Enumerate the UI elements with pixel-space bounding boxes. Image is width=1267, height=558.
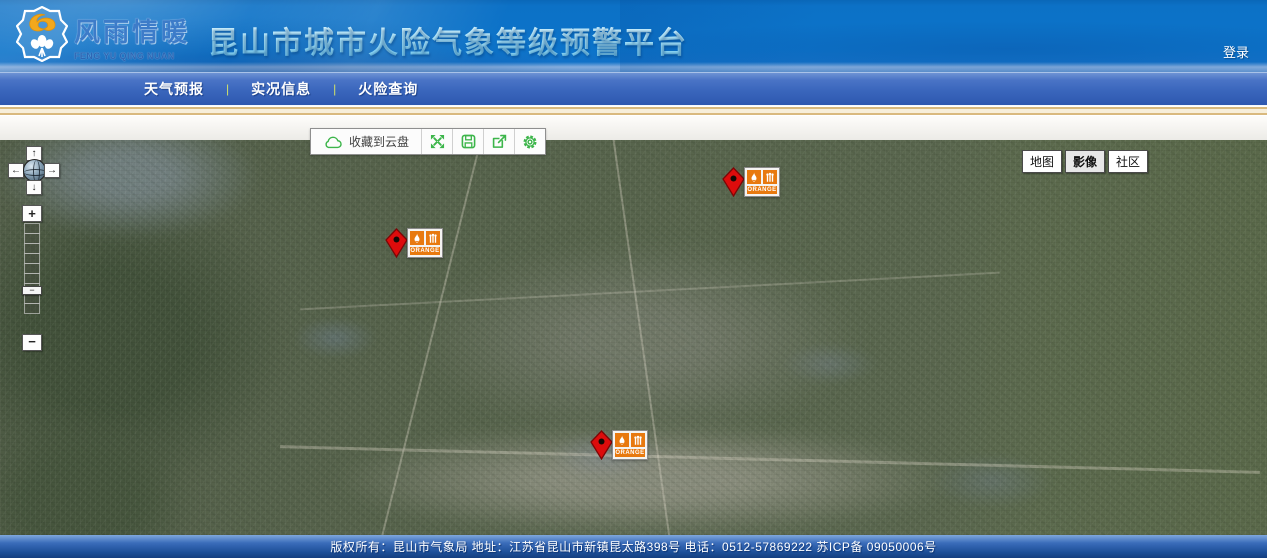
warning-pin-icon[interactable] xyxy=(590,430,613,460)
nav-item-live-info[interactable]: 实况信息 xyxy=(239,79,323,99)
fullscreen-button[interactable] xyxy=(421,129,452,154)
flame-icon xyxy=(615,433,629,447)
save-image-button[interactable] xyxy=(452,129,483,154)
divider-lines xyxy=(0,107,1267,116)
fire-risk-badge[interactable]: ORANGE xyxy=(744,167,780,197)
layer-button-community[interactable]: 社区 xyxy=(1108,150,1148,173)
header-wave-decoration xyxy=(620,0,1267,72)
map-texture xyxy=(0,140,320,260)
warning-pin-icon[interactable] xyxy=(722,167,745,197)
matches-icon xyxy=(763,170,777,184)
page: 风雨情暖 FENG YU QING NUAN 昆山市城市火险气象等级预警平台 登… xyxy=(0,0,1267,558)
save-icon xyxy=(461,134,476,149)
badge-icons xyxy=(615,433,645,447)
fullscreen-icon xyxy=(430,134,445,149)
map-road xyxy=(280,445,1260,474)
warning-level-label: ORANGE xyxy=(410,247,440,255)
map-road xyxy=(610,140,672,535)
nav-item-fire-risk-query[interactable]: 火险查询 xyxy=(346,79,430,99)
settings-icon xyxy=(522,134,538,150)
fire-risk-badge[interactable]: ORANGE xyxy=(612,430,648,460)
nav-separator: | xyxy=(323,82,346,96)
map-road xyxy=(300,272,999,311)
footer: 版权所有：昆山市气象局 地址：江苏省昆山市新镇昆太路398号 电话：0512-5… xyxy=(0,535,1267,558)
main-navbar: 天气预报 | 实况信息 | 火险查询 xyxy=(0,72,1267,106)
fire-risk-badge[interactable]: ORANGE xyxy=(407,228,443,258)
page-title: 昆山市城市火险气象等级预警平台 xyxy=(208,18,688,62)
zoom-out-button[interactable]: − xyxy=(22,334,42,351)
flame-icon xyxy=(410,231,424,245)
pan-down-button[interactable]: ↓ xyxy=(26,180,42,195)
layer-button-imagery[interactable]: 影像 xyxy=(1065,150,1105,173)
pan-right-button[interactable]: → xyxy=(44,163,60,178)
share-button[interactable] xyxy=(483,129,514,154)
content-gap-strip xyxy=(0,107,1267,140)
export-icon xyxy=(492,134,507,149)
nav-items: 天气预报 | 实况信息 | 火险查询 xyxy=(132,79,430,99)
warning-level-label: ORANGE xyxy=(747,186,777,194)
map-texture xyxy=(0,140,1267,535)
map-texture xyxy=(280,410,1040,535)
warning-level-label: ORANGE xyxy=(615,449,645,457)
save-to-cloud-label: 收藏到云盘 xyxy=(349,133,409,150)
map-texture xyxy=(940,140,1267,535)
logo-title: 风雨情暖 xyxy=(74,12,224,49)
zoom-slider-track[interactable]: − xyxy=(24,224,40,314)
badge-icons xyxy=(410,231,440,245)
map-toolbar: 收藏到云盘 xyxy=(310,128,546,155)
map-canvas[interactable] xyxy=(0,140,1267,535)
nav-separator: | xyxy=(216,82,239,96)
flame-icon xyxy=(747,170,761,184)
login-link[interactable]: 登录 xyxy=(1223,42,1249,61)
layer-button-map[interactable]: 地图 xyxy=(1022,150,1062,173)
badge-icons xyxy=(747,170,777,184)
pan-center-globe-button[interactable] xyxy=(23,159,46,182)
map-road xyxy=(379,140,483,535)
matches-icon xyxy=(426,231,440,245)
nav-item-weather-forecast[interactable]: 天气预报 xyxy=(132,79,216,99)
matches-icon xyxy=(631,433,645,447)
zoom-tick[interactable] xyxy=(24,303,40,314)
settings-button[interactable] xyxy=(514,129,545,154)
zoom-in-button[interactable]: + xyxy=(22,205,42,222)
map-texture xyxy=(0,370,260,535)
pan-left-button[interactable]: ← xyxy=(8,163,24,178)
copyright-text: 版权所有：昆山市气象局 地址：江苏省昆山市新镇昆太路398号 电话：0512-5… xyxy=(330,538,936,555)
save-to-cloud-button[interactable]: 收藏到云盘 xyxy=(311,129,421,154)
site-logo-emblem-icon xyxy=(16,6,68,62)
header: 风雨情暖 FENG YU QING NUAN 昆山市城市火险气象等级预警平台 登… xyxy=(0,0,1267,72)
warning-pin-icon[interactable] xyxy=(385,228,408,258)
cloud-icon xyxy=(323,135,343,149)
map-texture xyxy=(0,160,340,520)
logo-subtitle: FENG YU QING NUAN xyxy=(74,51,224,61)
logo-text-block: 风雨情暖 FENG YU QING NUAN xyxy=(74,12,224,61)
map-layer-switcher: 地图 影像 社区 xyxy=(1022,150,1148,173)
zoom-slider-handle[interactable]: − xyxy=(22,286,42,295)
map-texture xyxy=(200,260,1100,520)
